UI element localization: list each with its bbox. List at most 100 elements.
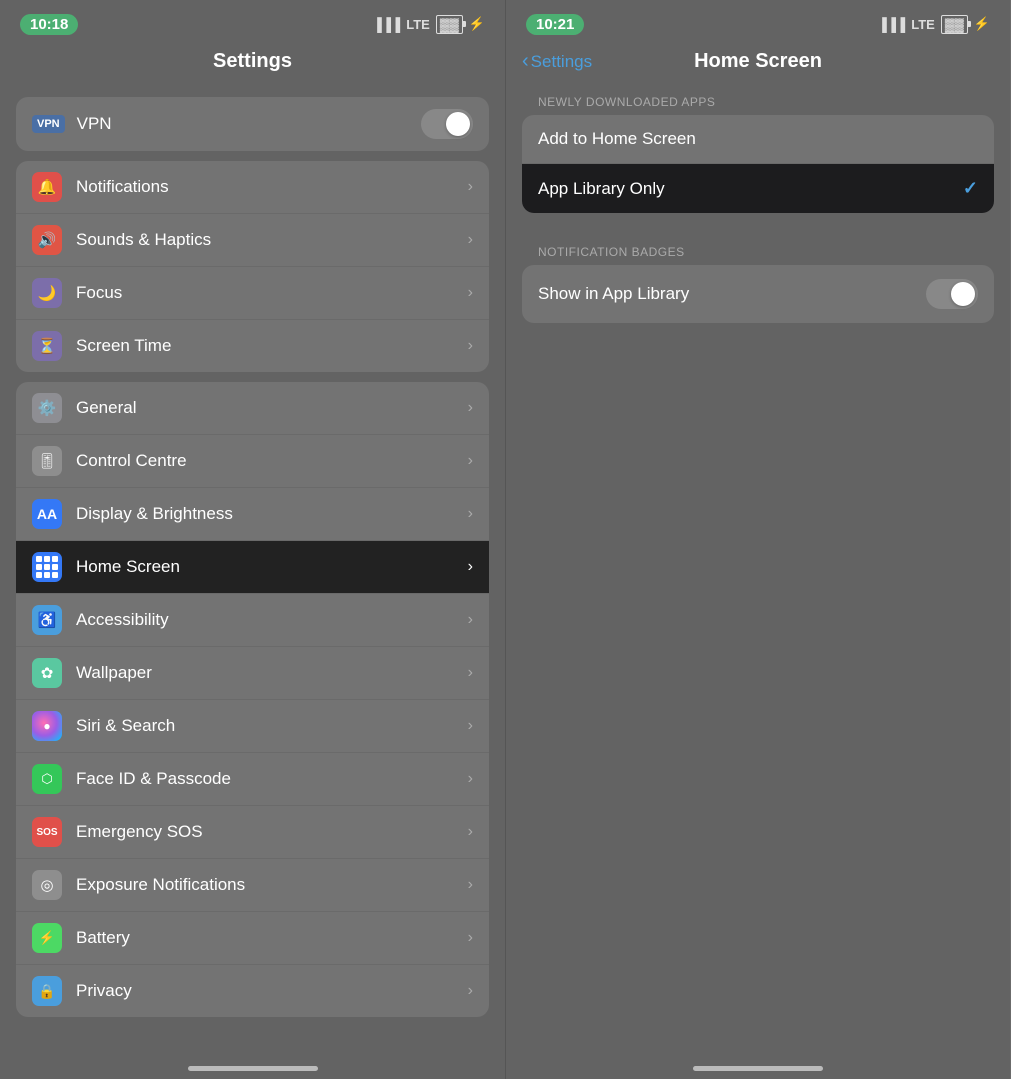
chevron-icon: › — [468, 611, 473, 629]
charging-icon: ⚡ — [469, 16, 485, 32]
notifications-label: Notifications — [76, 177, 468, 197]
chevron-icon: › — [468, 178, 473, 196]
chevron-icon: › — [468, 399, 473, 417]
option-add-to-home[interactable]: Add to Home Screen — [522, 115, 994, 164]
focus-icon: 🌙 — [32, 278, 62, 308]
siri-icon: ● — [32, 711, 62, 741]
vpn-row[interactable]: VPN VPN — [32, 97, 473, 151]
left-page-title: Settings — [213, 50, 292, 73]
screentime-icon: ⏳ — [32, 331, 62, 361]
settings-row-wallpaper[interactable]: ✿ Wallpaper › — [16, 647, 489, 700]
sos-label: Emergency SOS — [76, 822, 468, 842]
settings-row-homescreen[interactable]: Home Screen › — [16, 541, 489, 594]
controlcentre-icon: 🎚 — [32, 446, 62, 476]
left-time: 10:18 — [20, 14, 78, 35]
checkmark-icon: ✓ — [963, 178, 978, 199]
chevron-icon: › — [468, 505, 473, 523]
general-icon: ⚙️ — [32, 393, 62, 423]
left-status-right: ▐▐▐ LTE ▓▓ ⚡ — [373, 15, 485, 34]
right-page-title: Home Screen — [694, 50, 822, 73]
settings-row-exposure[interactable]: ◎ Exposure Notifications › — [16, 859, 489, 912]
settings-row-accessibility[interactable]: ♿ Accessibility › — [16, 594, 489, 647]
controlcentre-label: Control Centre — [76, 451, 468, 471]
settings-row-general[interactable]: ⚙️ General › — [16, 382, 489, 435]
right-status-bar: 10:21 ▐▐▐ LTE ▓▓ ⚡ — [506, 0, 1010, 44]
show-in-app-library-row[interactable]: Show in App Library — [522, 265, 994, 323]
settings-row-battery[interactable]: ⚡ Battery › — [16, 912, 489, 965]
lte-label: LTE — [911, 17, 935, 32]
exposure-icon: ◎ — [32, 870, 62, 900]
settings-row-notifications[interactable]: 🔔 Notifications › — [16, 161, 489, 214]
battery-label: Battery — [76, 928, 468, 948]
chevron-icon: › — [468, 337, 473, 355]
settings-row-siri[interactable]: ● Siri & Search › — [16, 700, 489, 753]
homescreen-label: Home Screen — [76, 557, 468, 577]
right-status-right: ▐▐▐ LTE ▓▓ ⚡ — [878, 15, 990, 34]
chevron-icon: › — [468, 717, 473, 735]
sounds-icon: 🔊 — [32, 225, 62, 255]
vpn-badge: VPN — [32, 115, 65, 133]
siri-label: Siri & Search — [76, 716, 468, 736]
chevron-icon: › — [468, 558, 473, 576]
accessibility-icon: ♿ — [32, 605, 62, 635]
chevron-icon: › — [468, 823, 473, 841]
exposure-label: Exposure Notifications — [76, 875, 468, 895]
right-phone-panel: 10:21 ▐▐▐ LTE ▓▓ ⚡ ‹ Settings Home Scree… — [505, 0, 1010, 1079]
sos-icon: SOS — [32, 817, 62, 847]
settings-row-controlcentre[interactable]: 🎚 Control Centre › — [16, 435, 489, 488]
option-app-library-only[interactable]: App Library Only ✓ — [522, 164, 994, 213]
privacy-icon: 🔒 — [32, 976, 62, 1006]
wallpaper-icon: ✿ — [32, 658, 62, 688]
settings-row-sounds[interactable]: 🔊 Sounds & Haptics › — [16, 214, 489, 267]
settings-row-screentime[interactable]: ⏳ Screen Time › — [16, 320, 489, 372]
left-home-indicator — [188, 1066, 318, 1071]
chevron-icon: › — [468, 982, 473, 1000]
left-status-bar: 10:18 ▐▐▐ LTE ▓▓ ⚡ — [0, 0, 505, 44]
show-in-app-library-toggle[interactable] — [926, 279, 978, 309]
lte-label: LTE — [406, 17, 430, 32]
right-home-indicator — [693, 1066, 823, 1071]
vpn-toggle[interactable] — [421, 109, 473, 139]
back-button[interactable]: ‹ Settings — [522, 50, 592, 73]
settings-row-faceid[interactable]: ⬡ Face ID & Passcode › — [16, 753, 489, 806]
right-time: 10:21 — [526, 14, 584, 35]
left-nav-bar: Settings — [0, 44, 505, 81]
faceid-label: Face ID & Passcode — [76, 769, 468, 789]
newly-downloaded-header: NEWLY DOWNLOADED APPS — [506, 81, 1010, 115]
notification-badges-section: Show in App Library — [522, 265, 994, 323]
chevron-icon: › — [468, 231, 473, 249]
vpn-label: VPN — [77, 114, 112, 134]
signal-bars-icon: ▐▐▐ — [878, 17, 906, 32]
chevron-icon: › — [468, 664, 473, 682]
left-phone-panel: 10:18 ▐▐▐ LTE ▓▓ ⚡ Settings VPN VPN — [0, 0, 505, 1079]
left-scroll-content: VPN VPN 🔔 Notifications › 🔊 Sounds & Hap… — [0, 81, 505, 1066]
general-label: General — [76, 398, 468, 418]
settings-row-sos[interactable]: SOS Emergency SOS › — [16, 806, 489, 859]
homescreen-icon — [32, 552, 62, 582]
faceid-icon: ⬡ — [32, 764, 62, 794]
chevron-icon: › — [468, 876, 473, 894]
sounds-label: Sounds & Haptics — [76, 230, 468, 250]
settings-row-privacy[interactable]: 🔒 Privacy › — [16, 965, 489, 1017]
battery-icon: ▓▓ — [436, 15, 463, 34]
signal-bars-icon: ▐▐▐ — [373, 17, 401, 32]
display-icon: AA — [32, 499, 62, 529]
app-library-only-label: App Library Only — [538, 179, 665, 199]
chevron-icon: › — [468, 770, 473, 788]
screentime-label: Screen Time — [76, 336, 468, 356]
settings-section-2: ⚙️ General › 🎚 Control Centre › AA Displ… — [16, 382, 489, 1017]
right-nav-bar: ‹ Settings Home Screen — [506, 44, 1010, 81]
newly-downloaded-options: Add to Home Screen App Library Only ✓ — [522, 115, 994, 213]
chevron-icon: › — [468, 452, 473, 470]
charging-icon: ⚡ — [974, 16, 990, 32]
display-label: Display & Brightness — [76, 504, 468, 524]
add-to-home-label: Add to Home Screen — [538, 129, 696, 149]
notifications-icon: 🔔 — [32, 172, 62, 202]
chevron-icon: › — [468, 929, 473, 947]
notification-badges-header: NOTIFICATION BADGES — [506, 231, 1010, 265]
back-chevron-icon: ‹ — [522, 50, 529, 73]
settings-row-focus[interactable]: 🌙 Focus › — [16, 267, 489, 320]
wallpaper-label: Wallpaper — [76, 663, 468, 683]
settings-row-display[interactable]: AA Display & Brightness › — [16, 488, 489, 541]
vpn-section: VPN VPN — [16, 97, 489, 151]
